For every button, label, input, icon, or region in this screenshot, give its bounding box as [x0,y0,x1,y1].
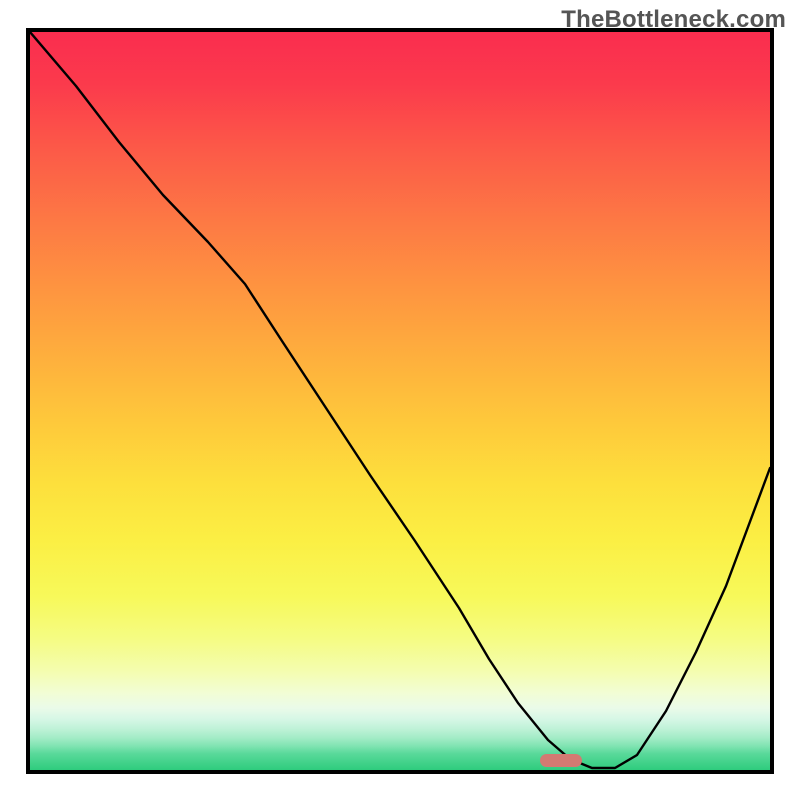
chart-frame: TheBottleneck.com [0,0,800,800]
plot-area [26,28,774,774]
bottleneck-curve-line [30,32,770,770]
watermark-text: TheBottleneck.com [561,6,786,34]
optimal-zone-marker [540,754,582,767]
